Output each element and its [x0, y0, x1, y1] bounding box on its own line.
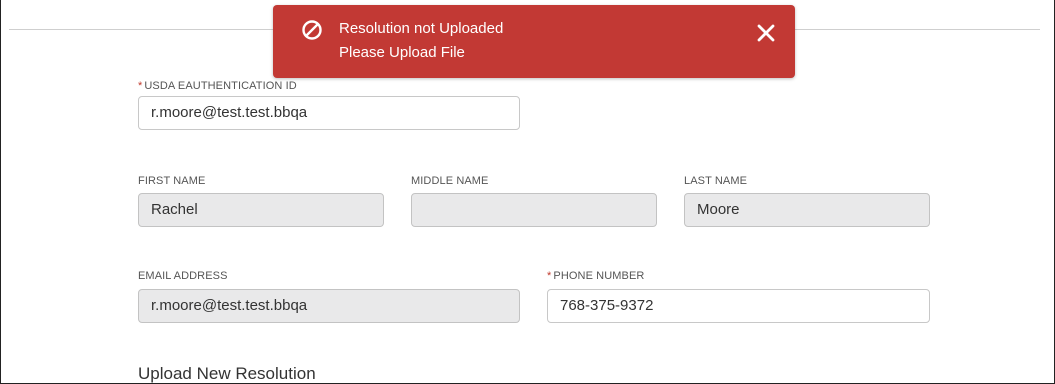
phone-label-text: PHONE NUMBER	[553, 270, 645, 282]
last-name-field: Moore	[684, 193, 930, 227]
email-field: r.moore@test.test.bbqa	[138, 289, 520, 323]
close-icon[interactable]	[753, 20, 779, 46]
email-label: EMAIL ADDRESS	[138, 270, 228, 282]
toast-title: Resolution not Uploaded	[339, 20, 504, 37]
eauth-id-label: * USDA EAUTHENTICATION ID	[138, 80, 297, 92]
middle-name-label: MIDDLE NAME	[411, 175, 489, 187]
error-toast: Resolution not Uploaded Please Upload Fi…	[273, 5, 795, 78]
last-name-label: LAST NAME	[684, 175, 748, 187]
middle-name-field	[411, 193, 657, 227]
phone-field[interactable]: 768-375-9372	[547, 289, 930, 323]
eauth-id-label-text: USDA EAUTHENTICATION ID	[144, 80, 297, 92]
toast-message: Please Upload File	[339, 44, 465, 61]
ban-icon	[301, 19, 323, 41]
required-marker: *	[547, 270, 552, 282]
phone-label: * PHONE NUMBER	[547, 270, 644, 282]
first-name-label: FIRST NAME	[138, 175, 206, 187]
upload-section-title: Upload New Resolution	[138, 364, 316, 383]
first-name-field: Rachel	[138, 193, 384, 227]
eauth-id-field[interactable]: r.moore@test.test.bbqa	[138, 96, 520, 130]
required-marker: *	[138, 80, 143, 92]
